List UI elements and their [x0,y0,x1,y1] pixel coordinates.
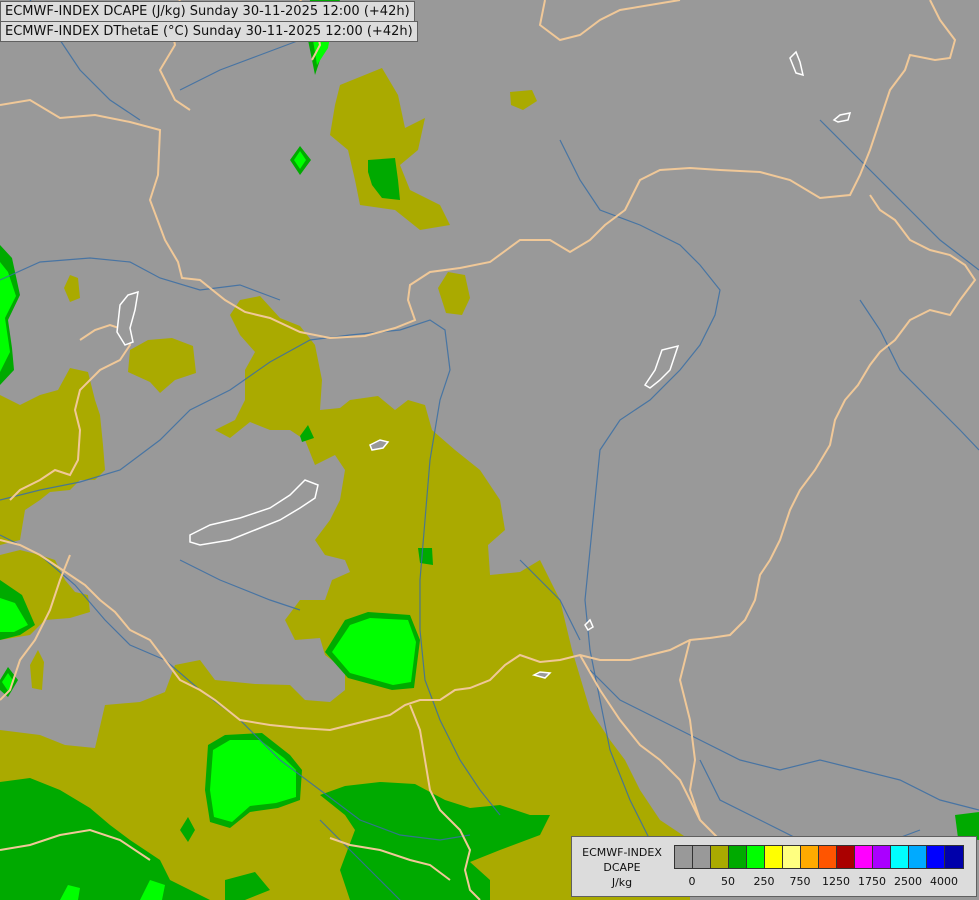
legend-swatch [945,846,963,868]
legend-tick: 750 [789,875,811,888]
forecast-map [0,0,979,900]
legend-swatch [837,846,855,868]
legend-label-variable: DCAPE [603,861,641,874]
legend-swatches [674,845,964,869]
legend-swatch [783,846,801,868]
legend-swatch [801,846,819,868]
legend-swatch [891,846,909,868]
legend-swatch [729,846,747,868]
legend-label-model: ECMWF-INDEX [582,846,662,859]
legend-ticks: 0 50 250 750 1250 1750 2500 4000 [674,875,974,889]
legend-swatch [855,846,873,868]
legend-tick: 2500 [894,875,922,888]
legend-swatch [693,846,711,868]
legend-swatch [765,846,783,868]
legend-swatch [873,846,891,868]
legend-tick: 50 [721,875,735,888]
legend-tick: 0 [688,875,696,888]
legend-swatch [711,846,729,868]
dcape-title: ECMWF-INDEX DCAPE (J/kg) Sunday 30-11-20… [0,1,415,22]
legend-label: ECMWF-INDEX DCAPE J/kg [574,845,670,890]
legend-swatch [927,846,945,868]
legend-tick: 1250 [822,875,850,888]
legend-tick: 1750 [858,875,886,888]
color-legend: ECMWF-INDEX DCAPE J/kg 0 50 250 750 1250… [571,836,977,897]
legend-swatch [909,846,927,868]
legend-swatch [819,846,837,868]
legend-tick: 4000 [930,875,958,888]
legend-tick: 250 [753,875,775,888]
legend-swatch [747,846,765,868]
dthetae-title: ECMWF-INDEX DThetaE (°C) Sunday 30-11-20… [0,21,418,42]
legend-swatch [675,846,693,868]
legend-label-unit: J/kg [611,876,633,889]
